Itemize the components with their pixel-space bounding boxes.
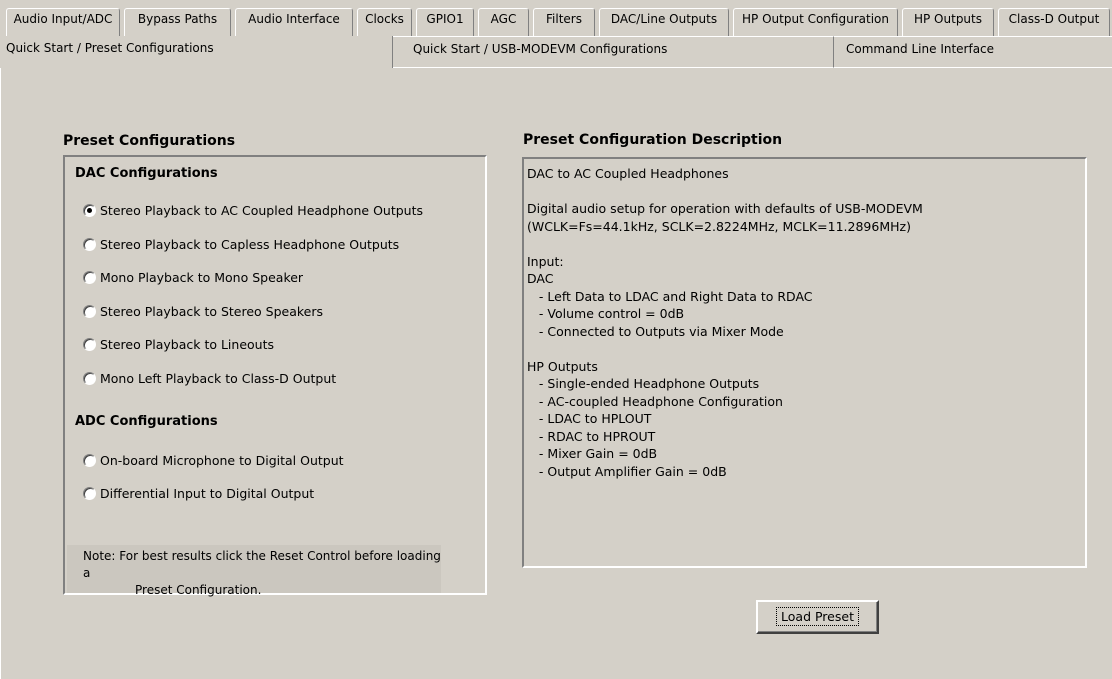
dac-configurations-title: DAC Configurations — [75, 166, 218, 181]
note-line-1: Note: For best results click the Reset C… — [83, 549, 441, 580]
subtab-quick-start-usb-modevm[interactable]: Quick Start / USB-MODEVM Configurations — [393, 36, 834, 68]
radio-button[interactable] — [83, 453, 96, 467]
radio-mono-left-class-d[interactable]: Mono Left Playback to Class-D Output — [83, 368, 336, 388]
radio-label: Mono Playback to Mono Speaker — [100, 269, 304, 285]
radio-label: On-board Microphone to Digital Output — [100, 452, 344, 468]
preset-configurations-title: Preset Configurations — [63, 133, 236, 149]
radio-onboard-mic[interactable]: On-board Microphone to Digital Output — [83, 450, 344, 470]
description-text-box: DAC to AC Coupled Headphones Digital aud… — [522, 157, 1087, 568]
radio-button[interactable] — [83, 371, 96, 385]
radio-button[interactable] — [83, 337, 96, 351]
radio-stereo-capless-hp[interactable]: Stereo Playback to Capless Headphone Out… — [83, 234, 399, 254]
tab-content-panel: Preset Configurations DAC Configurations… — [0, 68, 1112, 679]
description-title: Preset Configuration Description — [523, 132, 783, 148]
radio-button[interactable] — [83, 486, 96, 500]
radio-button-checked[interactable] — [83, 203, 96, 217]
reset-note: Note: For best results click the Reset C… — [67, 545, 441, 597]
adc-configurations-title: ADC Configurations — [75, 414, 218, 429]
tab-hp-output-configuration[interactable]: HP Output Configuration — [733, 8, 898, 36]
tab-class-d-output[interactable]: Class-D Output — [998, 8, 1110, 36]
tab-clocks[interactable]: Clocks — [357, 8, 412, 36]
tab-gpio1[interactable]: GPIO1 — [416, 8, 474, 36]
subtab-command-line-interface[interactable]: Command Line Interface — [834, 36, 1112, 68]
top-tab-bar: Audio Input/ADC Bypass Paths Audio Inter… — [0, 0, 1112, 36]
radio-button[interactable] — [83, 304, 96, 318]
radio-button[interactable] — [83, 237, 96, 251]
radio-label: Stereo Playback to AC Coupled Headphone … — [100, 202, 424, 218]
radio-label: Stereo Playback to Stereo Speakers — [100, 303, 324, 319]
preset-configurations-group: DAC Configurations Stereo Playback to AC… — [63, 155, 487, 595]
tab-filters[interactable]: Filters — [533, 8, 595, 36]
radio-label: Stereo Playback to Capless Headphone Out… — [100, 236, 400, 252]
radio-stereo-speakers[interactable]: Stereo Playback to Stereo Speakers — [83, 301, 323, 321]
tab-agc[interactable]: AGC — [478, 8, 529, 36]
radio-stereo-lineouts[interactable]: Stereo Playback to Lineouts — [83, 334, 274, 354]
radio-differential-input[interactable]: Differential Input to Digital Output — [83, 483, 314, 503]
radio-mono-speaker[interactable]: Mono Playback to Mono Speaker — [83, 267, 303, 287]
tab-audio-interface[interactable]: Audio Interface — [235, 8, 353, 36]
radio-label: Differential Input to Digital Output — [100, 485, 315, 501]
load-preset-label: Load Preset — [776, 607, 859, 626]
tab-bypass-paths[interactable]: Bypass Paths — [124, 8, 231, 36]
radio-label: Stereo Playback to Lineouts — [100, 336, 275, 352]
load-preset-button[interactable]: Load Preset — [756, 600, 879, 634]
tab-audio-input-adc[interactable]: Audio Input/ADC — [6, 8, 120, 36]
note-line-2: Preset Configuration. — [135, 583, 262, 597]
subtab-quick-start-preset[interactable]: Quick Start / Preset Configurations — [0, 36, 393, 68]
radio-label: Mono Left Playback to Class-D Output — [100, 370, 337, 386]
tab-dac-line-outputs[interactable]: DAC/Line Outputs — [599, 8, 729, 36]
tab-hp-outputs[interactable]: HP Outputs — [902, 8, 994, 36]
radio-button[interactable] — [83, 270, 96, 284]
radio-stereo-ac-coupled-hp[interactable]: Stereo Playback to AC Coupled Headphone … — [83, 200, 423, 220]
sub-tab-bar: Quick Start / Preset Configurations Quic… — [0, 36, 1112, 68]
